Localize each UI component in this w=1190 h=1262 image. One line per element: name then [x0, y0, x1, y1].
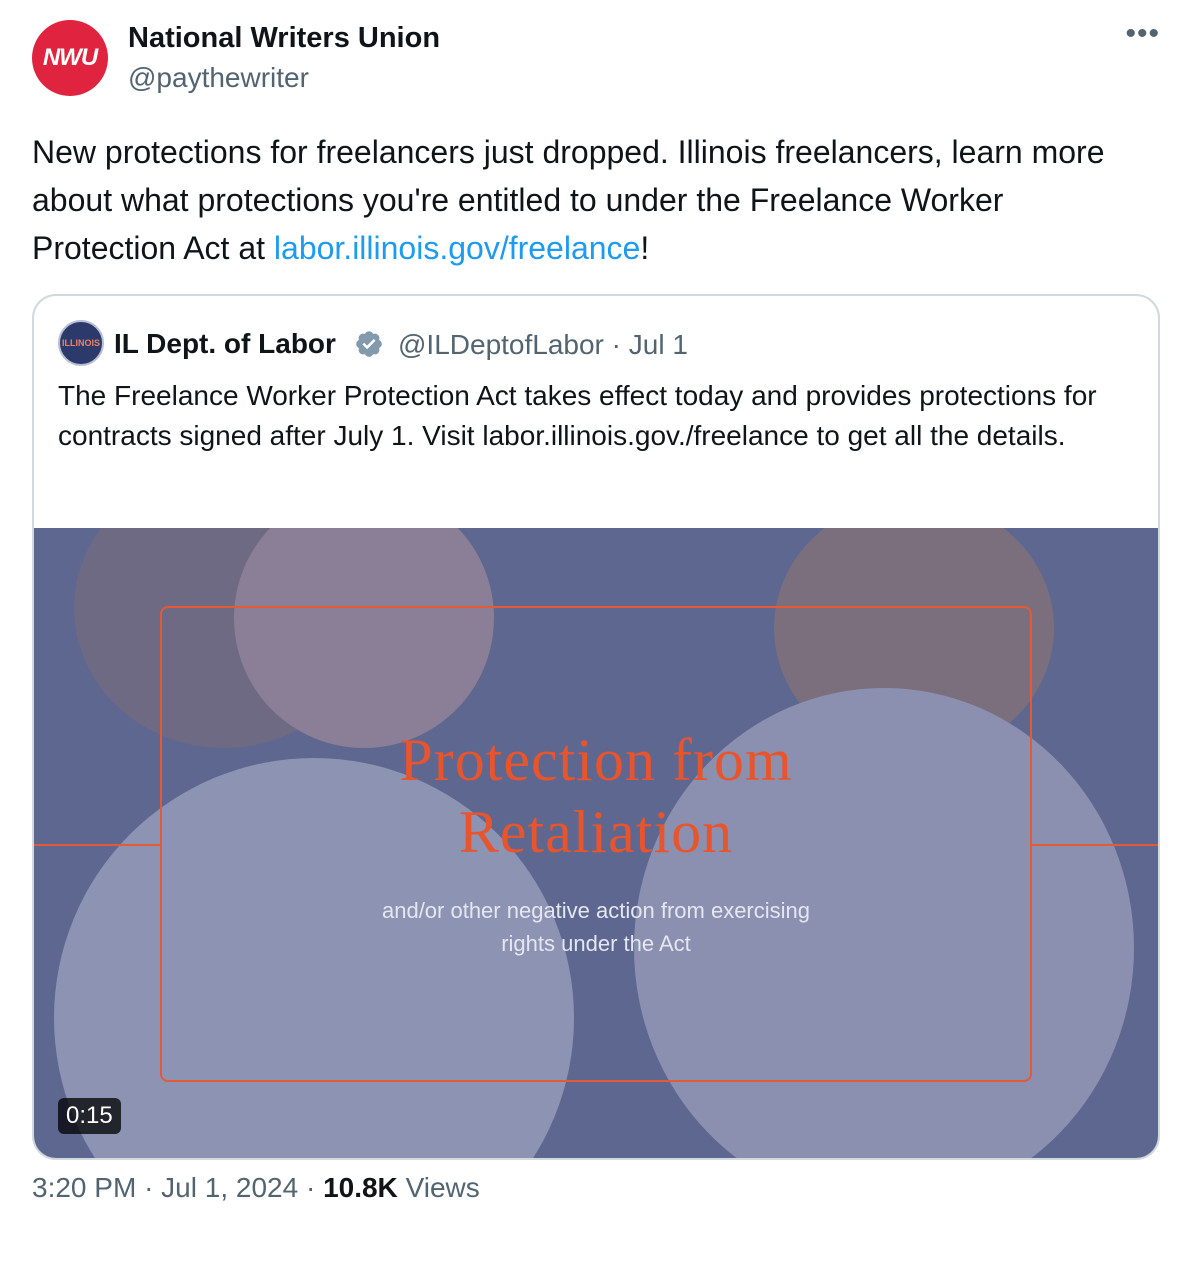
quoted-author-avatar[interactable]: ILLINOIS — [58, 320, 104, 366]
frame-line-right — [1032, 844, 1158, 846]
tweet-date[interactable]: Jul 1, 2024 — [161, 1172, 298, 1203]
author-name[interactable]: National Writers Union — [128, 22, 440, 55]
quoted-separator: · — [611, 329, 621, 360]
quoted-handle[interactable]: @ILDeptofLabor — [398, 329, 604, 360]
quoted-tweet-text: The Freelance Worker Protection Act take… — [58, 380, 1097, 451]
tweet-meta: 3:20 PM · Jul 1, 2024 · 10.8K Views — [32, 1172, 480, 1204]
quoted-author-name[interactable]: IL Dept. of Labor — [114, 328, 336, 360]
author-avatar[interactable]: NWU — [32, 20, 108, 96]
views-label: Views — [405, 1172, 480, 1203]
more-options-icon[interactable]: ••• — [1125, 19, 1160, 49]
video-title: Protection from Retaliation — [160, 724, 1032, 868]
meta-separator: · — [144, 1172, 154, 1203]
video-duration-badge: 0:15 — [58, 1098, 121, 1134]
tweet-link[interactable]: labor.illinois.gov/freelance — [274, 230, 640, 266]
quoted-avatar-text: ILLINOIS — [62, 338, 100, 348]
video-title-line1: Protection from — [399, 727, 793, 793]
video-subtitle: and/or other negative action from exerci… — [160, 894, 1032, 960]
tweet-time[interactable]: 3:20 PM — [32, 1172, 136, 1203]
tweet-text: New protections for freelancers just dro… — [32, 128, 1152, 272]
avatar-logo-text: NWU — [42, 44, 98, 71]
quoted-date[interactable]: Jul 1 — [629, 329, 688, 360]
tweet-text-tail: ! — [640, 230, 650, 266]
video-subtitle-line2: rights under the Act — [501, 931, 691, 956]
meta-separator: · — [305, 1172, 316, 1203]
video-player[interactable]: Protection from Retaliation and/or other… — [34, 528, 1158, 1158]
verified-badge-icon — [356, 331, 382, 357]
views-count: 10.8K — [323, 1172, 398, 1203]
video-subtitle-line1: and/or other negative action from exerci… — [381, 898, 810, 923]
quoted-tweet[interactable]: ILLINOIS IL Dept. of Labor @ILDeptofLabo… — [32, 294, 1160, 1160]
quoted-handle-date[interactable]: @ILDeptofLabor · Jul 1 — [398, 329, 688, 361]
frame-line-left — [34, 844, 160, 846]
author-handle[interactable]: @paythewriter — [128, 62, 309, 94]
video-title-line2: Retaliation — [458, 799, 734, 865]
